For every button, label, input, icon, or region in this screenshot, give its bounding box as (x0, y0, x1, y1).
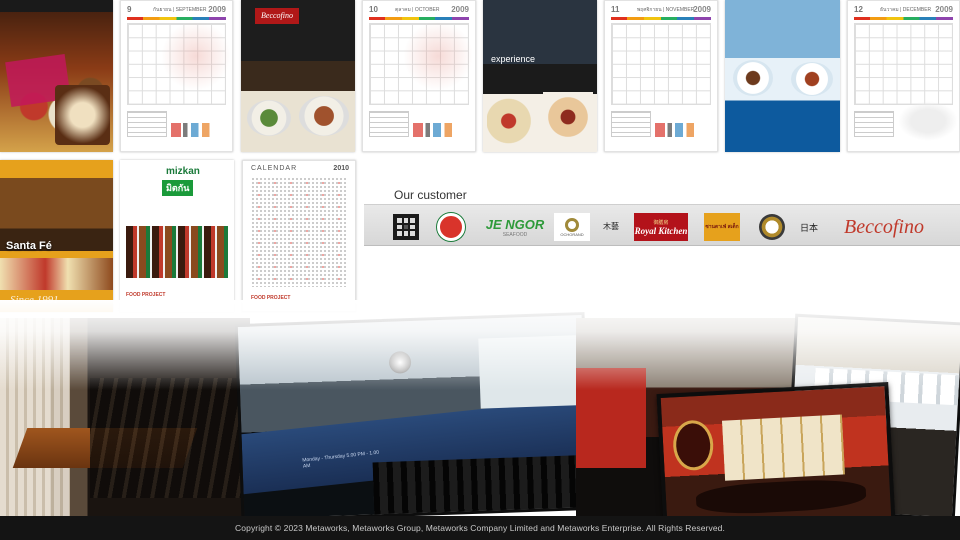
calendar-mini-month (854, 111, 894, 137)
calendar-month-number: 12 (854, 5, 863, 14)
calendar-color-stripe (611, 17, 711, 20)
chairs (90, 378, 250, 498)
window (478, 335, 581, 409)
food-project-logo: FOOD PROJECT (126, 292, 166, 298)
experience-title: experience (491, 54, 536, 64)
customer-logo-chinese-emblem[interactable] (436, 213, 466, 241)
calendar-color-stripe (854, 17, 953, 20)
calendar-title: CALENDAR (251, 165, 298, 172)
portfolio-thumb-restaurant-collage[interactable] (0, 0, 113, 152)
nihon-wordmark: 日本 (799, 223, 818, 234)
folding-screen (721, 414, 845, 481)
calendar-watermark (161, 21, 231, 91)
copyright-footer: Copyright © 2023 Metaworks, Metaworks Gr… (0, 516, 960, 540)
customer-logo-santafe[interactable]: ซานตาเฟ่ สเต็ก (704, 213, 740, 241)
customer-logo-mukgei[interactable]: 木藝 (600, 213, 622, 241)
calendar-year: 2010 (333, 165, 349, 172)
mukgei-wordmark: 木藝 (603, 222, 619, 231)
plated-dish (299, 96, 349, 136)
calendar-month-number: 11 (611, 5, 620, 14)
mizkan-thai-logo: มิตกัน (162, 180, 194, 196)
photo-blue-bar-counter: Monday - Thursday 5.00 PM - 1.00 AM (234, 311, 592, 523)
calendar-month-name: ธันวาคม | DECEMBER (880, 7, 932, 13)
calendar-grid (854, 23, 953, 105)
ring-icon (565, 217, 579, 232)
customer-logo-seal[interactable] (758, 213, 786, 241)
calendar-mini-month (369, 111, 409, 137)
calendar-mini-month (611, 111, 651, 137)
portfolio-thumb-calendar-sept[interactable]: 9 กันยายน | SEPTEMBER 2009 (120, 0, 233, 152)
dessert-photo (487, 98, 541, 144)
calendar-year: 2009 (935, 5, 953, 14)
customer-logo-nihon[interactable]: 日本 (798, 213, 820, 241)
jengor-sub: SEAFOOD (502, 231, 528, 238)
calendar-year: 2009 (693, 5, 711, 14)
square-grid-icon (393, 214, 419, 240)
customer-logo-beccofino[interactable]: Beccofino (836, 213, 932, 241)
collage-food-bowl (55, 85, 110, 145)
customer-logo-royal-kitchen[interactable]: 御膳房 Royal Kitchen (634, 213, 688, 241)
photo-chinese-private-room (656, 382, 896, 534)
calendar-year: 2009 (451, 5, 469, 14)
calendar-sponsor-logos (655, 123, 711, 137)
calendar-sponsor-logos (413, 123, 469, 137)
calendar-month-name: ตุลาคม | OCTOBER (395, 7, 440, 13)
portfolio-thumb-calendar-2010[interactable]: CALENDAR 2010 FOOD PROJECT (242, 160, 356, 312)
customer-logo-jengor[interactable]: JE NGOR SEAFOOD (484, 213, 546, 241)
photo-long-dining-table (0, 318, 250, 516)
round-window (671, 419, 715, 472)
portfolio-thumb-calendar-nov[interactable]: 11 พฤศจิกายน | NOVEMBER 2009 (604, 0, 718, 152)
red-wall (576, 368, 646, 468)
calendar-color-stripe (369, 17, 469, 20)
calendar-month-name: พฤศจิกายน | NOVEMBER (637, 7, 695, 13)
royal-kitchen-wordmark: Royal Kitchen (634, 225, 688, 236)
mizkan-logo: mizkan (166, 166, 200, 177)
calendar-watermark (403, 21, 473, 91)
santafe-since: Since 1991 (10, 294, 59, 306)
calendar-grid (611, 23, 711, 105)
collage-header (0, 0, 113, 12)
beccofino-badge: Beccofino (255, 8, 299, 24)
plated-dish (733, 60, 773, 96)
santafe-dishes (0, 258, 113, 290)
seal-icon (759, 214, 785, 240)
calendar-mini-month (127, 111, 167, 137)
customer-logo-bar: JE NGOR SEAFOOD OCHORAND 木藝 御膳房 Royal Ki… (364, 204, 960, 246)
calendar-color-stripe (127, 17, 226, 20)
year-grid (251, 177, 347, 287)
santafe-thai-wordmark: ซานตาเฟ่ สเต็ก (705, 224, 739, 230)
plated-dish (791, 62, 833, 96)
portfolio-thumb-wine-lounge[interactable] (725, 0, 840, 152)
plated-dish (247, 100, 291, 136)
beccofino-wordmark: Beccofino (844, 215, 924, 238)
portfolio-thumb-calendar-dec[interactable]: 12 ธันวาคม | DECEMBER 2009 (847, 0, 960, 152)
portfolio-thumb-mizkan[interactable]: mizkan มิตกัน FOOD PROJECT (120, 160, 234, 312)
calendar-sponsor-logos (171, 123, 226, 137)
calendar-month-name: กันยายน | SEPTEMBER (153, 7, 207, 13)
pendant-lamp (388, 351, 412, 374)
ochorand-wordmark: OCHORAND (560, 231, 584, 237)
santafe-title: Santa Fé (6, 240, 52, 252)
dessert-photo (543, 92, 593, 142)
customer-logo-engrgano[interactable] (392, 213, 420, 241)
portfolio-thumb-santafe[interactable]: Santa Fé Since 1991 (0, 160, 113, 312)
calendar-month-number: 10 (369, 5, 378, 14)
royal-kitchen-chinese: 御膳房 (653, 219, 669, 226)
portfolio-thumb-experience[interactable]: experience (483, 0, 597, 152)
curtain (0, 318, 70, 516)
calendar-watermark (898, 101, 958, 141)
portfolio-thumb-beccofino[interactable]: Beccofino (241, 0, 355, 152)
customer-logo-ochorand[interactable]: OCHORAND (554, 213, 590, 241)
bar-stools (372, 454, 592, 523)
product-bottles (126, 226, 228, 278)
food-project-logo: FOOD PROJECT (251, 295, 291, 301)
calendar-month-number: 9 (127, 5, 132, 14)
round-emblem-icon (437, 213, 465, 241)
calendar-year: 2009 (208, 5, 226, 14)
portfolio-thumb-calendar-oct[interactable]: 10 ตุลาคม | OCTOBER 2009 (362, 0, 476, 152)
jengor-wordmark: JE NGOR (485, 216, 545, 232)
round-table (695, 477, 867, 517)
our-customer-heading: Our customer (394, 188, 467, 202)
